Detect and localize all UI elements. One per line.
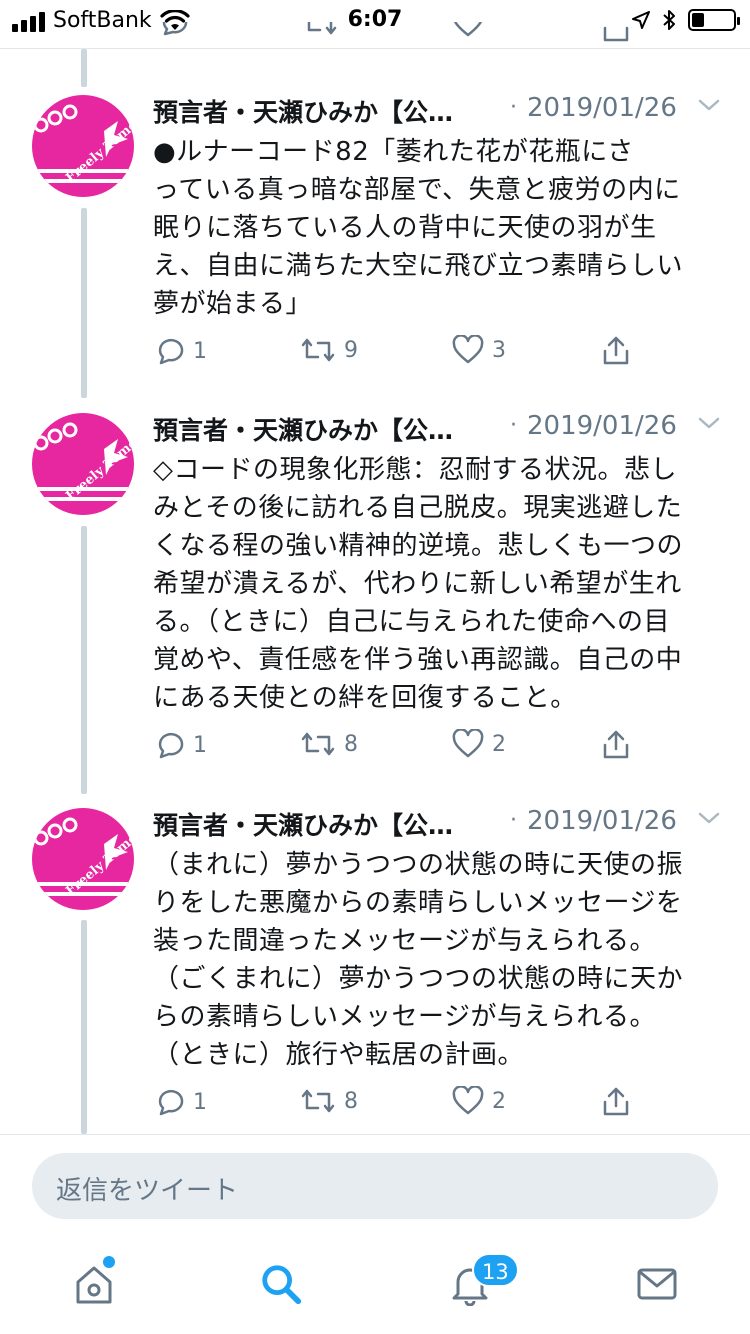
avatar-logo-icon: Freely Tomorrow <box>33 808 134 899</box>
avatar[interactable]: Freely Tomorrow <box>32 95 134 197</box>
tweet-text: ●ルナーコード82「萎れた花が花瓶にさ っている真っ暗な部屋で、失意と疲労の内に… <box>153 137 684 319</box>
retweet-icon <box>301 1089 335 1113</box>
like-button[interactable]: 2 <box>452 1086 506 1116</box>
retweet-icon <box>301 338 335 362</box>
share-icon <box>603 730 629 759</box>
tweet-date[interactable]: 2019/01/26 <box>527 93 677 123</box>
chevron-down-icon[interactable] <box>697 97 721 113</box>
like-icon <box>452 335 484 364</box>
reply-count: 1 <box>193 732 207 758</box>
reply-icon <box>158 732 184 759</box>
reply-icon[interactable] <box>157 22 189 40</box>
avatar-logo-icon: Freely Tomorrow <box>33 95 134 186</box>
retweet-icon <box>301 732 335 756</box>
tweet-header: 預言者・天瀬ひみか【公… · 2019/01/26 <box>153 806 723 842</box>
divider <box>0 48 750 49</box>
thread-line <box>81 49 87 87</box>
notifications-badge: 13 <box>472 1253 519 1287</box>
retweet-count: 8 <box>344 731 358 757</box>
chevron-down-icon[interactable] <box>697 810 721 826</box>
tweet-header: 預言者・天瀬ひみか【公… · 2019/01/26 <box>153 93 723 129</box>
separator-dot: · <box>510 95 517 120</box>
tweet-text: ◇コードの現象化形態：忍耐する状況。悲し みとその後に訪れる自己脱皮。現実逃避し… <box>153 455 684 713</box>
tab-bar <box>0 1234 750 1334</box>
reply-count: 1 <box>193 1089 207 1115</box>
like-count: 2 <box>492 1088 506 1114</box>
reply-count: 1 <box>193 338 207 364</box>
author-name[interactable]: 預言者・天瀬ひみか【公… <box>153 806 453 842</box>
reply-button[interactable]: 1 <box>153 729 207 761</box>
avatar-logo-icon: Freely Tomorrow <box>33 413 134 504</box>
share-icon <box>603 1087 629 1116</box>
reply-icon <box>158 1089 184 1116</box>
separator-dot: · <box>510 413 517 438</box>
reply-button[interactable]: 1 <box>153 335 207 367</box>
like-button[interactable]: 3 <box>452 335 506 365</box>
divider <box>0 1134 750 1135</box>
chevron-down-icon[interactable] <box>697 415 721 431</box>
like-icon[interactable] <box>452 22 484 38</box>
retweet-count: 8 <box>344 1088 358 1114</box>
retweet-button[interactable]: 8 <box>300 1086 358 1116</box>
like-count: 3 <box>492 337 506 363</box>
avatar[interactable]: Freely Tomorrow <box>32 413 134 515</box>
like-count: 2 <box>492 731 506 757</box>
tweet-header: 預言者・天瀬ひみか【公… · 2019/01/26 <box>153 411 723 447</box>
like-icon <box>452 729 484 758</box>
tweet-date[interactable]: 2019/01/26 <box>527 411 677 441</box>
reply-icon <box>158 338 184 365</box>
tweet-date[interactable]: 2019/01/26 <box>527 806 677 836</box>
tweet-actions: 1 8 2 <box>0 1086 750 1126</box>
home-new-indicator <box>103 1256 115 1268</box>
separator-dot: · <box>510 808 517 833</box>
share-button[interactable] <box>601 335 631 367</box>
author-name[interactable]: 預言者・天瀬ひみか【公… <box>153 411 453 447</box>
tweet-text: （まれに）夢かうつつの状態の時に天使の振 りをした悪魔からの素晴らしいメッセージ… <box>153 850 684 1070</box>
retweet-icon[interactable] <box>302 22 338 38</box>
like-button[interactable]: 2 <box>452 729 506 759</box>
reply-placeholder: 返信をツイート <box>56 1176 239 1206</box>
author-name[interactable]: 預言者・天瀬ひみか【公… <box>153 93 453 129</box>
retweet-count: 9 <box>344 337 358 363</box>
share-icon <box>603 336 629 365</box>
messages-envelope-icon[interactable] <box>635 1262 679 1306</box>
like-icon <box>452 1086 484 1115</box>
home-icon[interactable] <box>72 1262 116 1306</box>
retweet-button[interactable]: 8 <box>300 729 358 759</box>
reply-button[interactable]: 1 <box>153 1086 207 1118</box>
tweet-actions: 1 9 3 <box>0 335 750 375</box>
share-button[interactable] <box>601 1086 631 1118</box>
tweet-actions: 1 8 2 <box>0 729 750 769</box>
previous-tweet-actions <box>0 22 750 50</box>
reply-input[interactable]: 返信をツイート <box>32 1153 718 1219</box>
search-icon[interactable] <box>259 1262 303 1306</box>
share-icon[interactable] <box>601 22 631 44</box>
retweet-button[interactable]: 9 <box>300 335 358 365</box>
avatar[interactable]: Freely Tomorrow <box>32 808 134 910</box>
share-button[interactable] <box>601 729 631 761</box>
